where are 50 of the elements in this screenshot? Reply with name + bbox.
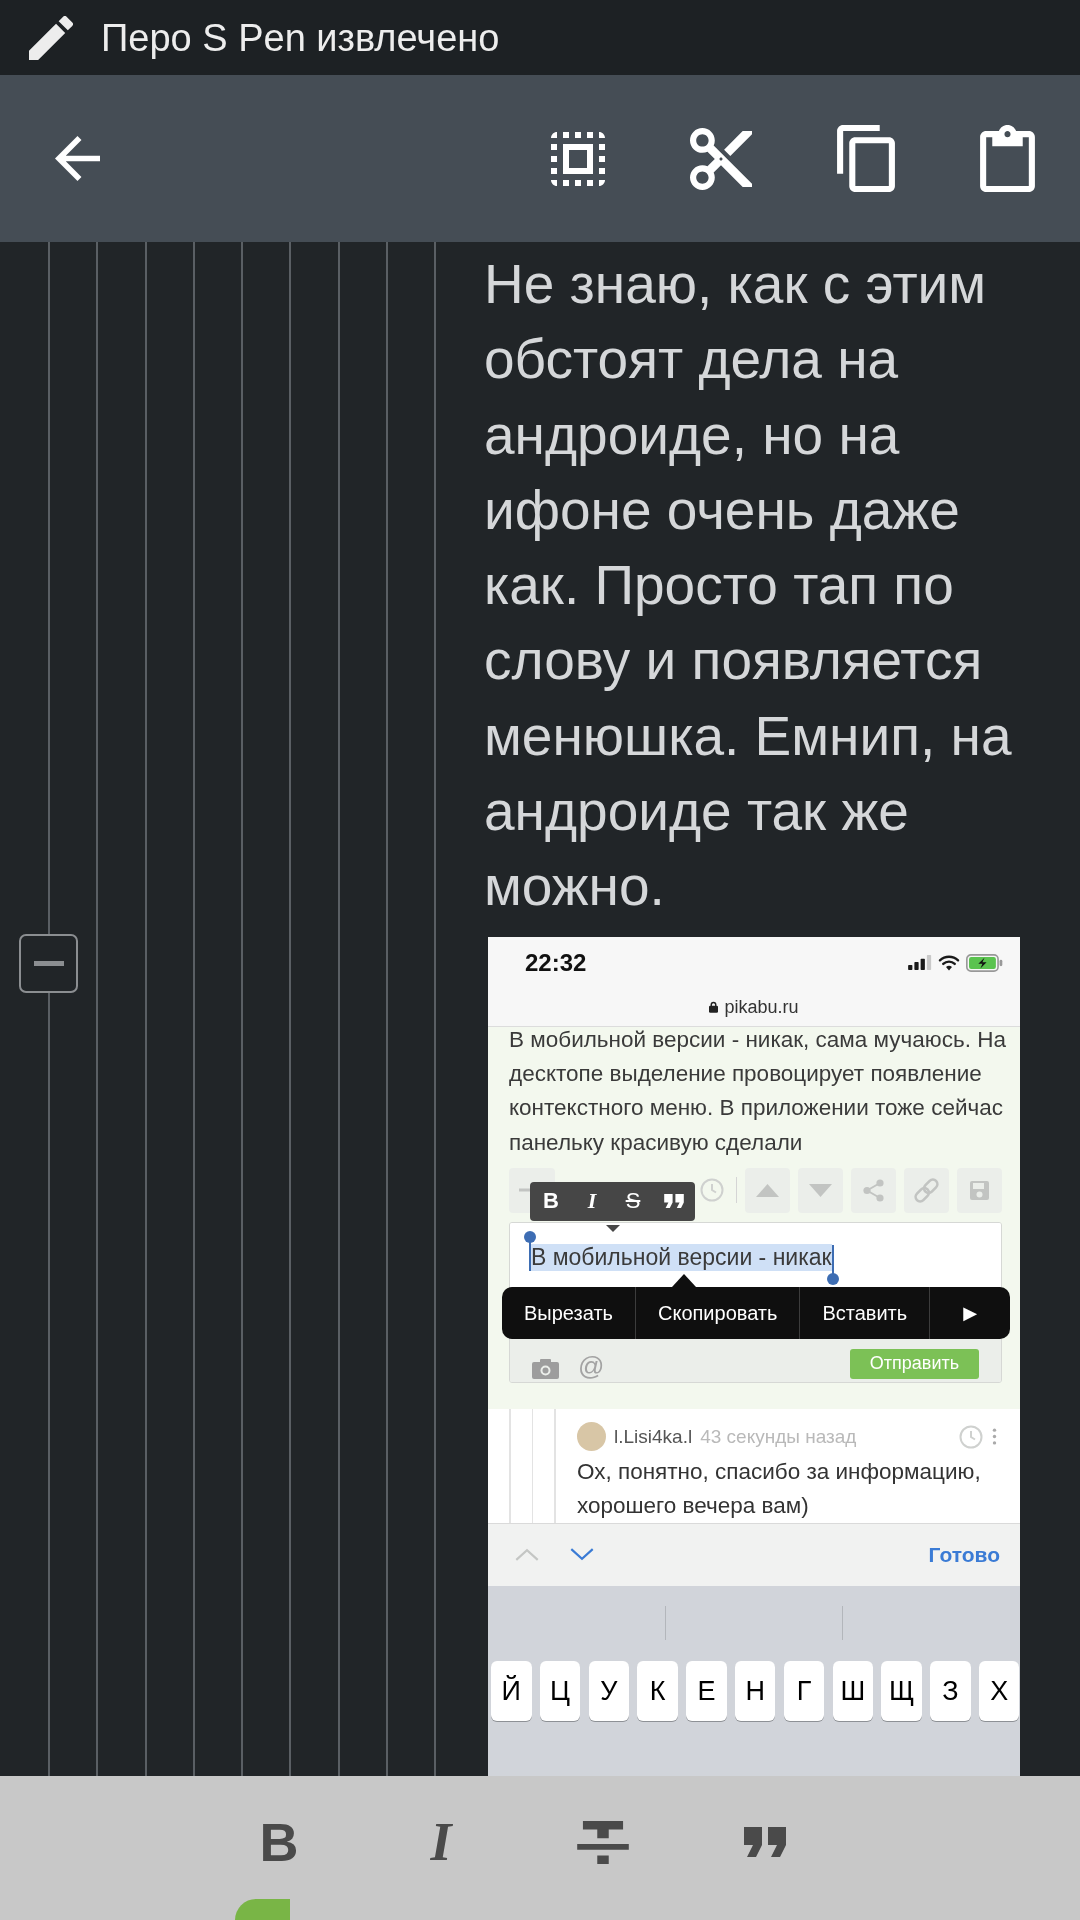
lock-icon xyxy=(709,1001,719,1014)
back-icon[interactable] xyxy=(55,136,100,181)
keyboard-key[interactable]: Й xyxy=(491,1660,532,1721)
select-all-icon[interactable] xyxy=(551,131,605,186)
clipboard-icon[interactable] xyxy=(980,125,1035,192)
menu-item[interactable]: Вырезать xyxy=(502,1286,636,1339)
keyboard-key[interactable]: У xyxy=(588,1660,630,1721)
url-text: pikabu.ru xyxy=(724,995,799,1019)
strikethrough-icon[interactable] xyxy=(577,1820,629,1864)
collapse-button[interactable] xyxy=(19,934,78,993)
keyboard-key[interactable]: Щ xyxy=(881,1660,922,1721)
clock-icon xyxy=(959,1424,983,1449)
battery-icon xyxy=(966,953,1003,972)
bold-button[interactable]: B xyxy=(259,1815,299,1869)
quote-icon[interactable] xyxy=(664,1194,684,1209)
menu-item[interactable]: Скопировать xyxy=(635,1286,801,1339)
keyboard-key[interactable]: Ц xyxy=(539,1660,581,1721)
done-button[interactable]: Готово xyxy=(928,1539,1000,1571)
notification-text: Перо S Pen извлечено xyxy=(101,18,500,57)
italic-button[interactable]: I xyxy=(587,1190,597,1213)
caret-icon xyxy=(606,1224,620,1232)
chevron-down-icon[interactable] xyxy=(569,1547,595,1563)
selected-text: В мобильной версии - никак xyxy=(531,1243,832,1271)
avatar-icon xyxy=(577,1422,606,1452)
quote-icon[interactable] xyxy=(744,1827,786,1857)
italic-button[interactable]: I xyxy=(430,1815,452,1869)
copy-icon[interactable] xyxy=(837,125,895,192)
bold-button[interactable]: B xyxy=(543,1190,559,1213)
keyboard-key[interactable]: К xyxy=(637,1660,678,1721)
pencil-icon xyxy=(29,15,73,60)
keyboard-key[interactable]: Г xyxy=(783,1660,825,1721)
scissors-icon[interactable] xyxy=(690,127,752,190)
menu-item[interactable]: Вставить xyxy=(800,1286,931,1339)
rounded-tab-icon xyxy=(235,1899,290,1920)
keyboard-key[interactable]: Е xyxy=(686,1660,727,1721)
signal-icon xyxy=(908,955,932,971)
username[interactable]: l.Lisi4ka.l xyxy=(614,1422,693,1452)
keyboard-key[interactable]: Н xyxy=(735,1660,776,1721)
keyboard-key[interactable]: З xyxy=(930,1660,971,1721)
status-time: 22:32 xyxy=(525,947,587,978)
post-text: В мобильной версии - никак, сама мучаюсь. На десктопе выделение провоцирует появление контекстного меню. В приложении тоже сейчас панельку красивую сделали xyxy=(508,1025,1007,1157)
reply-text: Ох, понятно, спасибо за информацию, хорошего вечера вам) xyxy=(577,1457,982,1520)
minus-icon xyxy=(33,961,64,966)
timestamp: 43 секунды назад xyxy=(700,1424,857,1449)
comment-text: Не знаю, как с этим обстоят дела на андроиде, но на ифоне очень даже как. Просто тап по слову и появляется менюшка. Емнип, на андроиде так же можно. xyxy=(484,252,1013,920)
wifi-icon xyxy=(938,954,960,971)
strikethrough-button[interactable]: S xyxy=(625,1190,641,1213)
keyboard-key[interactable]: Ш xyxy=(832,1660,874,1721)
keyboard-key[interactable]: Х xyxy=(978,1660,1020,1721)
clock-icon xyxy=(700,1178,724,1203)
